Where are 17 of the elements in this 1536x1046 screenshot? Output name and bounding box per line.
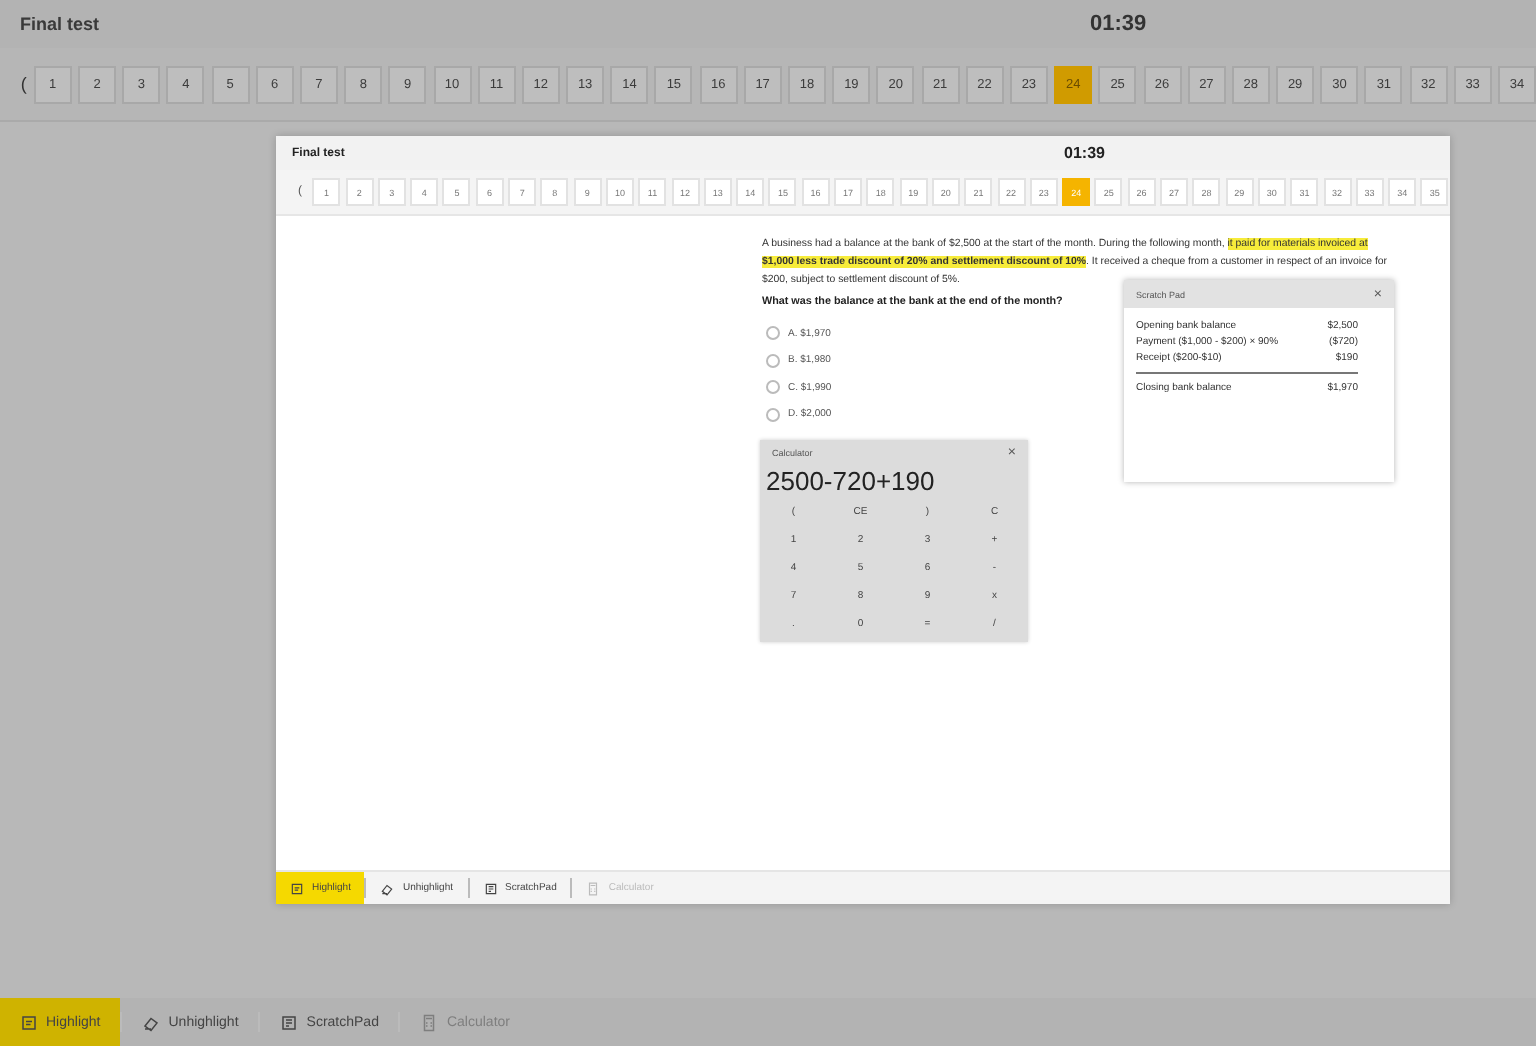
timer: 01:39 <box>1064 144 1105 162</box>
calculator-icon <box>586 881 601 895</box>
radio-button[interactable] <box>766 326 780 341</box>
radio-button[interactable] <box>766 407 780 422</box>
radio-button[interactable] <box>766 380 780 395</box>
calculator-display: 2500-720+190 <box>764 466 937 496</box>
window-title: Final test <box>20 14 100 34</box>
notepad-icon <box>483 881 497 895</box>
highlighter-icon <box>290 881 304 895</box>
highlighter-icon <box>20 1013 38 1031</box>
previous-button[interactable]: ( <box>20 74 28 94</box>
notepad-icon <box>280 1013 299 1031</box>
eraser-icon <box>380 881 395 895</box>
calculator-icon <box>420 1013 439 1031</box>
timer: 01:39 <box>1090 12 1147 36</box>
radio-button[interactable] <box>766 353 780 368</box>
eraser-icon <box>142 1013 161 1031</box>
